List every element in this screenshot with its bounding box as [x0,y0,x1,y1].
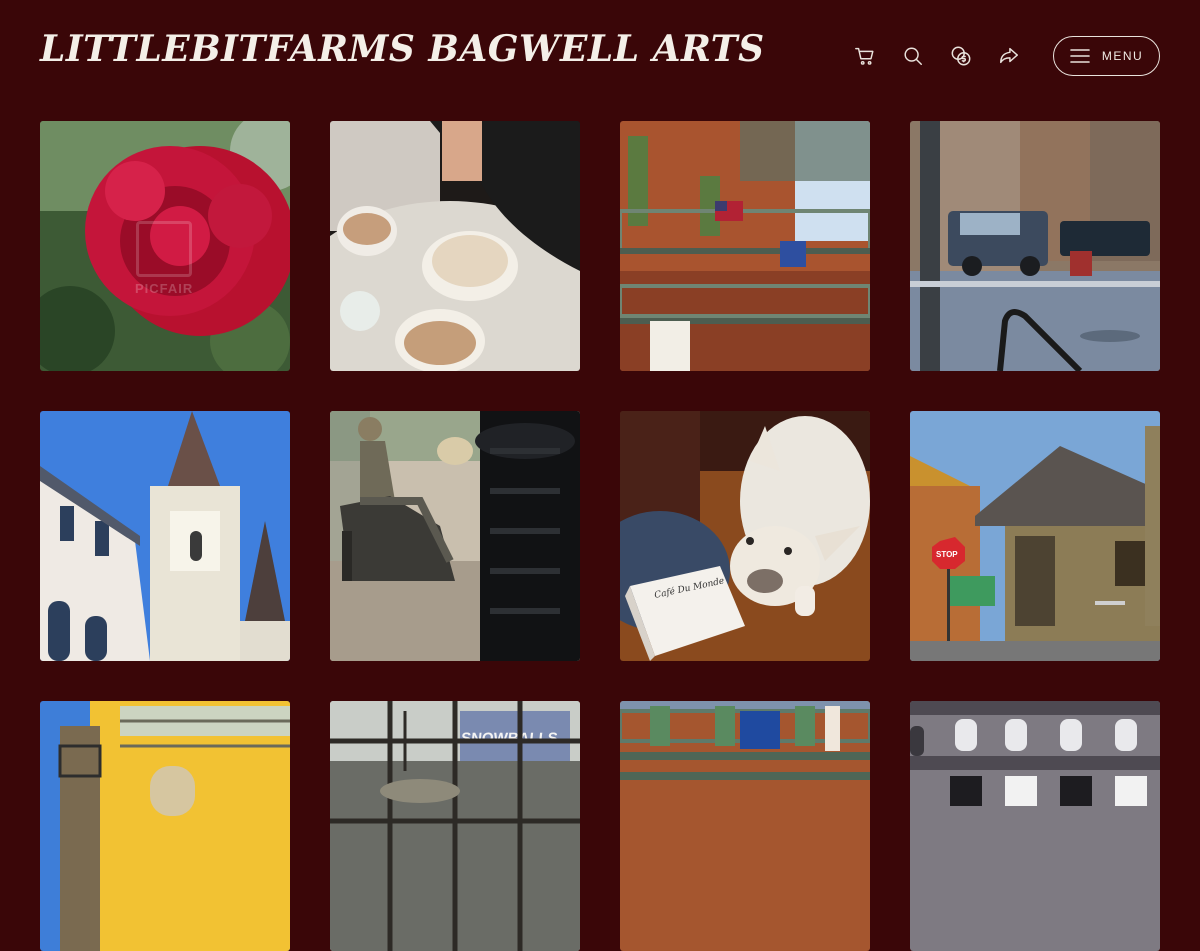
currency-icon [951,46,971,66]
gallery-photo-rose[interactable]: PICFAIR [40,121,290,371]
watermark-logo [136,221,192,277]
search-icon [904,47,922,65]
yellow-building-image [40,701,290,951]
currency-button[interactable] [949,44,973,68]
gallery-photo-beignets[interactable] [330,121,580,371]
header-tools: MENU [853,35,1160,77]
street-image [910,121,1160,371]
beignets-image [330,121,580,371]
stop-sign-text: STOP [936,550,958,559]
window-image: SNOWBALLS [330,701,580,951]
bulldog-image: Café Du Monde [620,411,870,661]
cart-button[interactable] [853,44,877,68]
statue-image [330,411,580,661]
cathedral-image [40,411,290,661]
share-icon [1000,47,1018,64]
menu-button[interactable]: MENU [1053,36,1160,76]
gallery-photo-window[interactable]: SNOWBALLS [330,701,580,951]
corner-image: STOP [910,411,1160,661]
gallery-photo-balcony[interactable] [620,121,870,371]
gallery-photo-bulldog[interactable]: Café Du Monde [620,411,870,661]
grey-building-image [910,701,1160,951]
watermark-text: PICFAIR [135,281,194,296]
search-button[interactable] [901,44,925,68]
menu-label: MENU [1101,49,1144,63]
gallery-photo-balcony-2[interactable] [620,701,870,951]
site-header: LittleBitFarms Bagwell Arts MENU [0,0,1200,110]
photo-gallery: PICFAIR Café Du Monde STOP [40,121,1160,951]
site-title[interactable]: LittleBitFarms Bagwell Arts [40,28,765,70]
balcony-2-image [620,701,870,951]
cart-icon [855,47,874,65]
gallery-photo-cathedral[interactable] [40,411,290,661]
gallery-photo-grey-building[interactable] [910,701,1160,951]
gallery-photo-yellow-building[interactable] [40,701,290,951]
hamburger-icon [1070,49,1090,63]
gallery-photo-corner[interactable]: STOP [910,411,1160,661]
gallery-photo-street[interactable] [910,121,1160,371]
gallery-photo-statue[interactable] [330,411,580,661]
balcony-image [620,121,870,371]
share-button[interactable] [997,44,1021,68]
